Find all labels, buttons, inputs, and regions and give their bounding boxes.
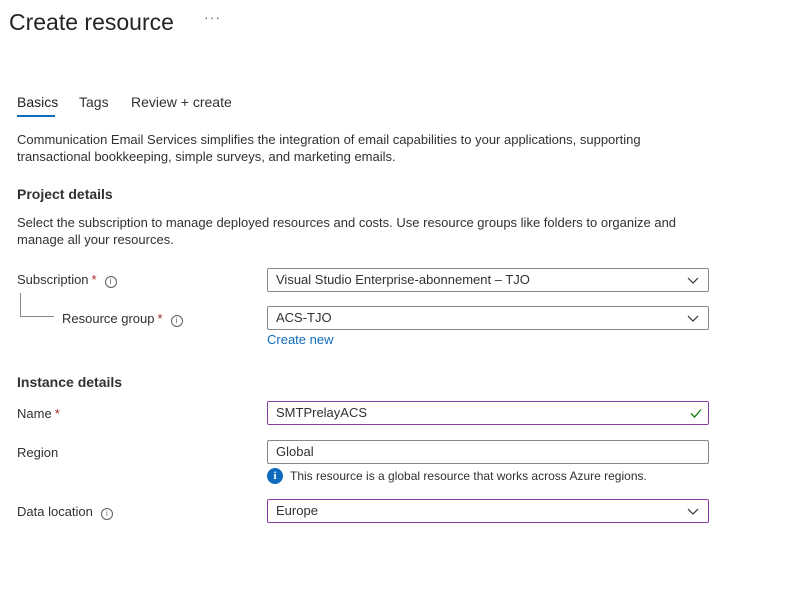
- chevron-down-icon: [687, 277, 699, 284]
- info-icon: i: [267, 468, 283, 484]
- more-options-button[interactable]: ···: [204, 9, 221, 25]
- data-location-label: Data location i: [17, 504, 113, 520]
- region-value: Global: [276, 444, 314, 459]
- subscription-label-text: Subscription: [17, 272, 89, 287]
- subscription-label: Subscription * i: [17, 272, 117, 288]
- chevron-down-icon: [687, 315, 699, 322]
- data-location-value: Europe: [276, 503, 318, 518]
- region-info-text: This resource is a global resource that …: [290, 469, 647, 483]
- subscription-value: Visual Studio Enterprise-abonnement – TJ…: [276, 272, 530, 287]
- tab-tags[interactable]: Tags: [79, 93, 109, 111]
- name-input[interactable]: SMTPrelayACS: [267, 401, 709, 425]
- chevron-down-icon: [687, 508, 699, 515]
- page-title: Create resource: [9, 9, 174, 35]
- info-icon[interactable]: i: [100, 508, 113, 520]
- create-resource-page: Create resource ··· Basics Tags Review +…: [0, 0, 785, 593]
- resource-group-value: ACS-TJO: [276, 310, 332, 325]
- region-input[interactable]: Global: [267, 440, 709, 464]
- resource-group-dropdown[interactable]: ACS-TJO: [267, 306, 709, 330]
- create-new-link[interactable]: Create new: [267, 332, 333, 347]
- resource-group-label-text: Resource group: [62, 311, 155, 326]
- project-details-description: Select the subscription to manage deploy…: [17, 215, 677, 247]
- name-label: Name *: [17, 406, 60, 422]
- name-value: SMTPrelayACS: [276, 405, 368, 420]
- tab-basics[interactable]: Basics: [17, 93, 58, 111]
- required-marker: *: [157, 311, 163, 326]
- info-icon[interactable]: i: [104, 276, 117, 288]
- project-details-heading: Project details: [17, 186, 113, 202]
- checkmark-icon: [690, 409, 702, 418]
- info-icon[interactable]: i: [170, 315, 183, 327]
- tree-connector: [20, 293, 54, 317]
- tab-review-create[interactable]: Review + create: [131, 93, 232, 111]
- resource-group-label: Resource group * i: [62, 311, 183, 327]
- name-label-text: Name: [17, 406, 52, 421]
- data-location-label-text: Data location: [17, 504, 93, 519]
- instance-details-heading: Instance details: [17, 374, 123, 390]
- subscription-dropdown[interactable]: Visual Studio Enterprise-abonnement – TJ…: [267, 268, 709, 292]
- service-description: Communication Email Services simplifies …: [17, 132, 641, 164]
- region-label: Region: [17, 445, 59, 460]
- required-marker: *: [54, 406, 60, 421]
- data-location-dropdown[interactable]: Europe: [267, 499, 709, 523]
- required-marker: *: [91, 272, 97, 287]
- active-tab-indicator: [17, 115, 55, 117]
